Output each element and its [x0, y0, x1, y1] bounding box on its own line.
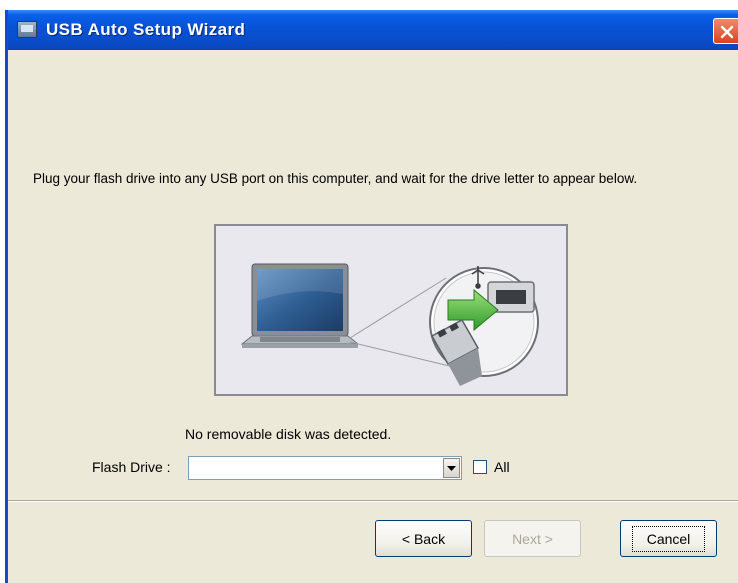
usb-illustration — [214, 224, 568, 396]
close-icon — [720, 25, 734, 39]
button-separator — [8, 500, 738, 502]
close-button[interactable] — [713, 18, 738, 44]
all-checkbox-label[interactable]: All — [494, 459, 510, 475]
app-icon — [17, 21, 37, 38]
detection-status: No removable disk was detected. — [185, 426, 392, 442]
flash-drive-label: Flash Drive : — [92, 459, 171, 475]
cancel-button-label: Cancel — [631, 525, 706, 552]
window-title: USB Auto Setup Wizard — [46, 20, 246, 39]
instructions-text: Plug your flash drive into any USB port … — [33, 171, 638, 186]
wizard-window: USB Auto Setup Wizard Plug your flash dr… — [5, 10, 738, 583]
title-bar[interactable]: USB Auto Setup Wizard — [8, 10, 738, 50]
all-checkbox[interactable] — [473, 460, 487, 474]
laptop-illustration — [240, 263, 360, 348]
next-button[interactable]: Next > — [484, 520, 581, 557]
flash-drive-dropdown-button[interactable] — [443, 458, 460, 478]
back-button[interactable]: < Back — [375, 520, 472, 557]
cancel-button[interactable]: Cancel — [620, 520, 717, 557]
dropdown-arrow-icon — [447, 466, 456, 471]
flash-drive-select[interactable] — [188, 456, 462, 480]
